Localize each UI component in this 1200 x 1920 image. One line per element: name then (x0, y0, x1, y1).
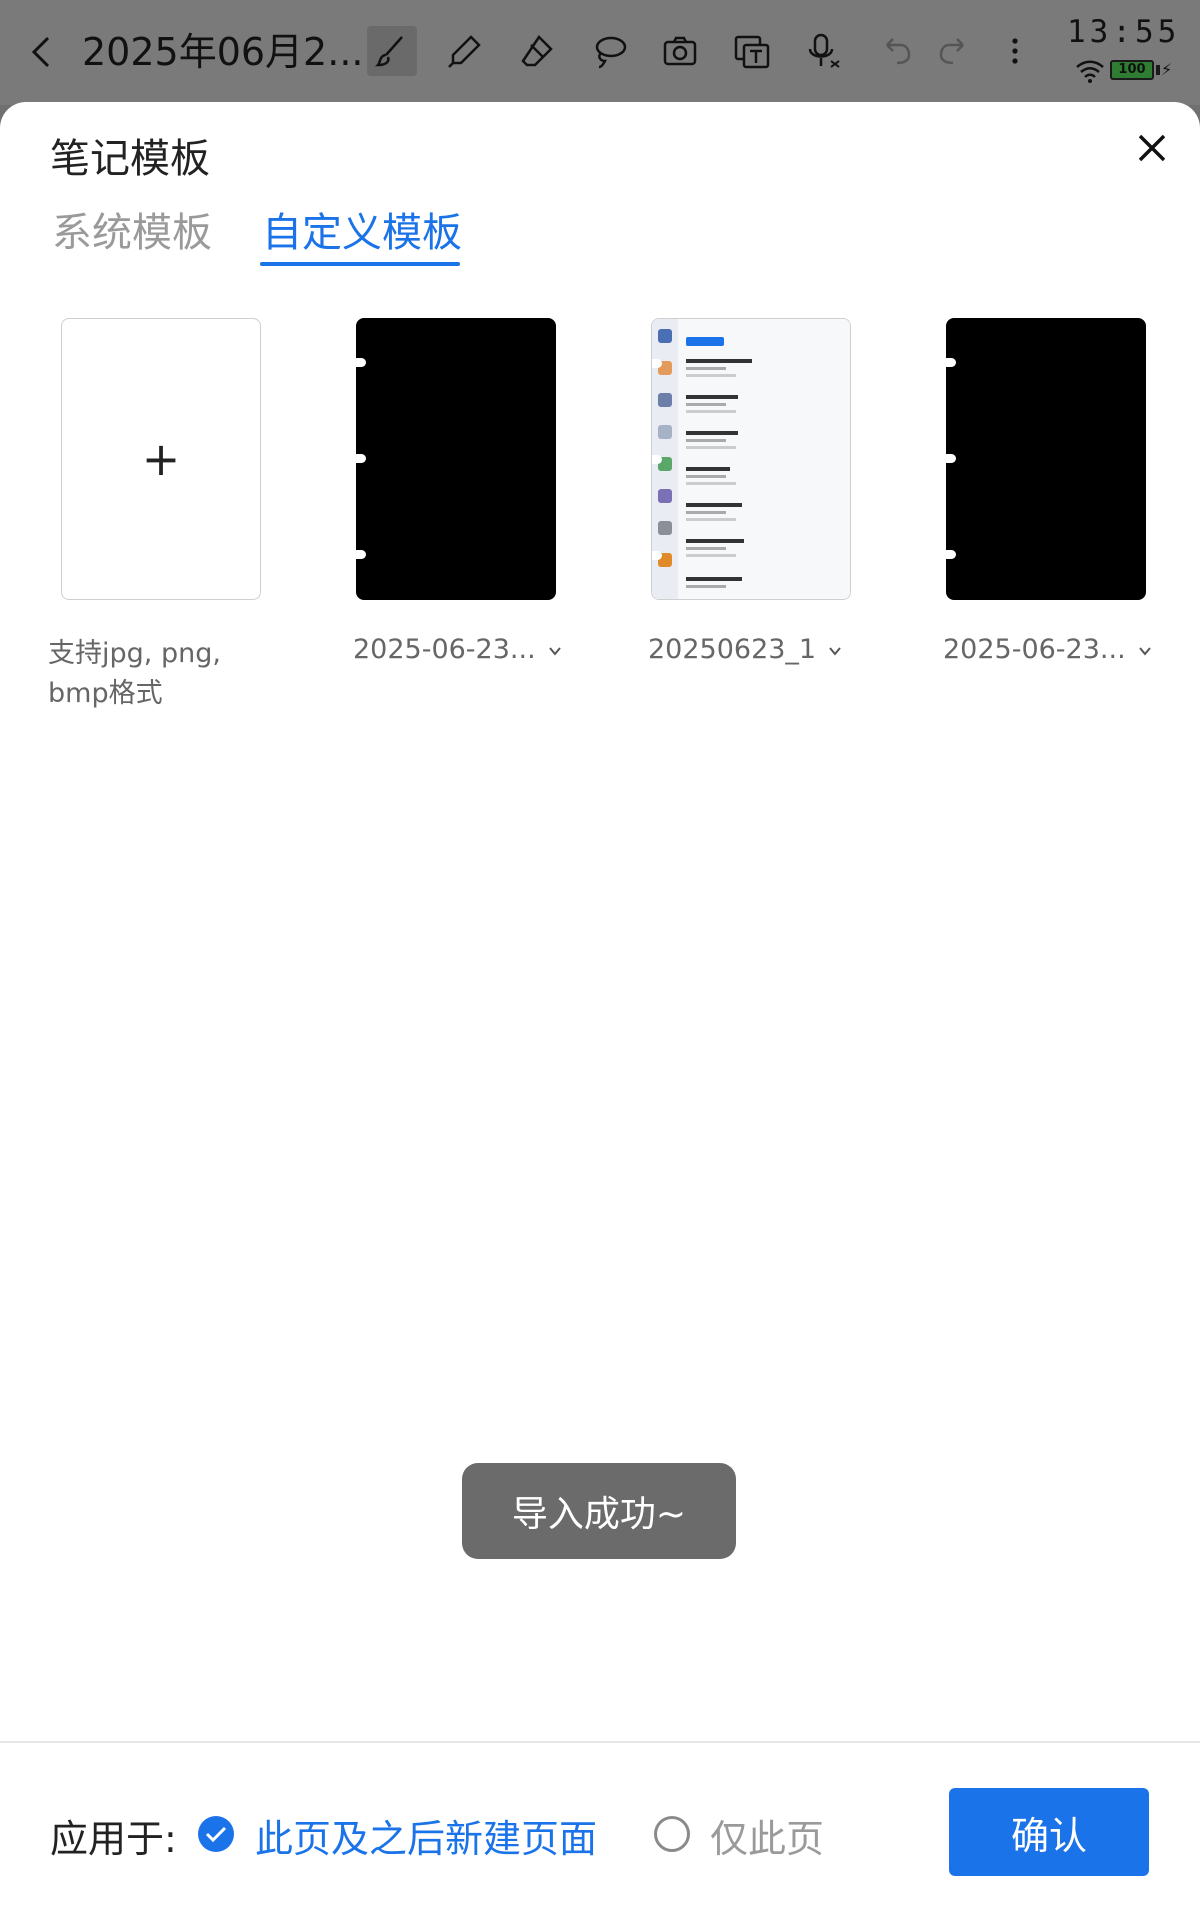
eraser-tool-button[interactable] (512, 26, 562, 76)
checkmark-icon (205, 1826, 227, 1843)
binding-hole (940, 454, 956, 463)
close-icon[interactable] (1132, 128, 1172, 168)
chevron-down-icon (548, 646, 561, 656)
binding-hole (652, 359, 662, 368)
template-thumbnail[interactable] (651, 318, 851, 600)
template-name: 2025-06-23... (353, 634, 536, 665)
redo-icon (939, 38, 964, 65)
upload-format-hint: 支持jpg, png, bmp格式 (48, 638, 221, 709)
template-name-dropdown[interactable]: 2025-06-23... (353, 634, 562, 665)
text-recognition-icon (734, 35, 770, 69)
binding-hole (940, 358, 956, 367)
back-arrow-icon[interactable] (24, 30, 60, 74)
radio-this-and-new-pages[interactable] (198, 1816, 234, 1852)
camera-icon (663, 36, 697, 66)
battery-icon: 100 (1110, 60, 1154, 80)
undo-icon (886, 38, 911, 65)
note-template-sheet: 笔记模板 系统模板 自定义模板 + 支持jpg, png, bmp格式 2025… (0, 102, 1200, 1920)
confirm-button[interactable]: 确认 (949, 1788, 1149, 1876)
option-this-and-new-pages[interactable]: 此页及之后新建页面 (255, 1808, 597, 1863)
battery-tip (1156, 65, 1160, 75)
template-name-dropdown[interactable]: 20250623_1 (648, 634, 842, 665)
tab-system-templates[interactable]: 系统模板 (52, 200, 212, 258)
bottom-divider (0, 1741, 1200, 1743)
note-title[interactable]: 2025年06月2... (82, 26, 363, 78)
eraser-icon (521, 35, 553, 67)
marker-icon (448, 35, 481, 68)
lasso-icon (595, 36, 627, 69)
wifi-icon (1076, 60, 1104, 83)
plus-icon: + (141, 432, 181, 486)
template-thumbnail[interactable] (350, 318, 556, 600)
apply-to-label: 应用于: (50, 1817, 177, 1861)
radio-this-page-only[interactable] (654, 1816, 690, 1852)
more-icon (1012, 38, 1018, 64)
template-name: 2025-06-23... (943, 634, 1126, 665)
binding-hole (652, 455, 662, 464)
text-recognition-button[interactable] (727, 26, 777, 76)
template-thumbnail[interactable] (940, 318, 1146, 600)
more-options-button[interactable] (990, 26, 1040, 76)
binding-hole (350, 550, 366, 559)
charging-icon: ⚡ (1161, 60, 1173, 79)
binding-hole (350, 358, 366, 367)
option-this-page-only[interactable]: 仅此页 (710, 1808, 824, 1863)
template-name-dropdown[interactable]: 2025-06-23... (943, 634, 1152, 665)
add-template-card[interactable]: + (61, 318, 261, 600)
tab-custom-templates[interactable]: 自定义模板 (262, 200, 462, 258)
screenshot-preview-image (652, 319, 850, 599)
binding-hole (350, 454, 366, 463)
note-toolbar: 2025年06月2... 13:55 100 ⚡ (0, 0, 1200, 105)
binding-hole (652, 551, 662, 560)
marker-tool-button[interactable] (440, 26, 490, 76)
template-name: 20250623_1 (648, 634, 817, 665)
brush-tool-button[interactable] (367, 26, 417, 76)
binding-hole (940, 550, 956, 559)
lasso-tool-button[interactable] (584, 26, 634, 76)
undo-button[interactable] (870, 26, 920, 76)
active-tab-indicator (260, 262, 460, 266)
status-clock: 13:55 (1067, 14, 1181, 50)
redo-button[interactable] (930, 26, 980, 76)
brush-icon (374, 36, 403, 67)
voice-input-icon (808, 33, 840, 68)
chevron-down-icon (829, 646, 841, 656)
chevron-down-icon (1138, 646, 1151, 656)
camera-tool-button[interactable] (655, 26, 705, 76)
sheet-title: 笔记模板 (50, 136, 210, 182)
voice-input-button[interactable] (798, 26, 848, 76)
import-success-toast: 导入成功~ (462, 1463, 736, 1559)
